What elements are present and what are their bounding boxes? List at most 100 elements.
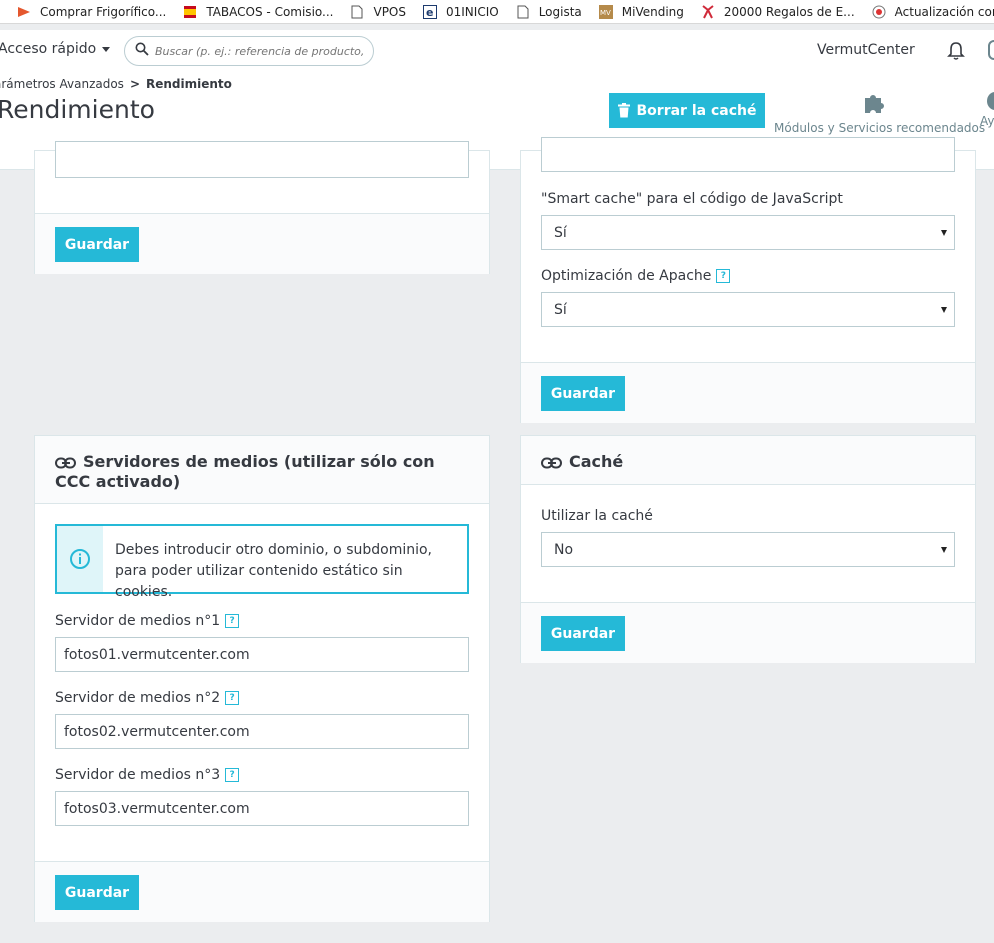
server1-label: Servidor de medios n°1? (55, 613, 240, 629)
truncated-field[interactable] (541, 137, 955, 172)
save-button[interactable]: Guardar (55, 227, 139, 262)
input-value: fotos02.vermutcenter.com (64, 723, 250, 740)
breadcrumb: arámetros Avanzados > Rendimiento (0, 77, 232, 91)
info-alert: Debes introducir otro dominio, o subdomi… (55, 524, 469, 600)
media-servers-panel: Servidores de medios (utilizar sólo con … (34, 435, 490, 922)
bookmark-item[interactable]: 20000 Regalos de E... (700, 4, 855, 20)
bookmark-label: Actualización con 1... (894, 4, 994, 19)
search-input[interactable] (155, 44, 365, 58)
bookmark-item[interactable]: MV MiVending (598, 4, 684, 20)
panel-heading: Servidores de medios (utilizar sólo con … (35, 436, 489, 504)
bookmark-label: 01INICIO (446, 4, 499, 19)
input-value: fotos03.vermutcenter.com (64, 800, 250, 817)
search-icon (135, 42, 149, 60)
alert-text: Debes introducir otro dominio, o subdomi… (115, 542, 433, 600)
breadcrumb-separator: > (129, 77, 140, 91)
truncated-field[interactable] (55, 141, 469, 178)
server2-input[interactable]: fotos02.vermutcenter.com (55, 714, 469, 749)
quick-access-dropdown[interactable]: Acceso rápido (0, 41, 111, 57)
clear-cache-button[interactable]: Borrar la caché (609, 93, 765, 128)
panel-footer: Guardar (521, 362, 975, 423)
info-icon (70, 549, 90, 569)
panel-title: Servidores de medios (utilizar sólo con … (55, 452, 455, 492)
use-cache-label: Utilizar la caché (541, 508, 653, 524)
bookmark-item[interactable]: Comprar Frigorífico... (16, 4, 166, 20)
panel-footer: Guardar (35, 861, 489, 922)
chevron-down-icon (102, 46, 111, 52)
label-text: Utilizar la caché (541, 508, 653, 524)
save-button[interactable]: Guardar (541, 376, 625, 411)
save-button[interactable]: Guardar (541, 616, 625, 651)
apache-optimization-select[interactable]: Sí (541, 292, 955, 327)
ribbon-icon (700, 4, 716, 20)
page-icon (349, 4, 365, 20)
panel-heading: Caché (521, 436, 975, 485)
use-cache-select[interactable]: No (541, 532, 955, 567)
bookmark-label: Logista (538, 4, 582, 19)
label-text: "Smart cache" para el código de JavaScri… (541, 191, 843, 207)
help-label: Ay (980, 114, 994, 128)
alert-side (57, 526, 103, 592)
help-link[interactable]: Ay (980, 92, 994, 128)
breadcrumb-current: Rendimiento (146, 77, 232, 91)
apache-optimization-label: Optimización de Apache? (541, 268, 731, 284)
bookmark-label: MiVending (621, 4, 684, 19)
panel-footer: Guardar (521, 602, 975, 663)
svg-text:MV: MV (600, 9, 611, 17)
page-icon (515, 4, 531, 20)
bookmark-label: Comprar Frigorífico... (40, 4, 167, 19)
help-icon[interactable]: ? (716, 269, 731, 283)
link-icon (541, 457, 562, 469)
shop-name-link[interactable]: VermutCenter (817, 42, 915, 58)
bookmark-label: TABACOS - Comisio... (206, 4, 334, 19)
header-bar: Acceso rápido VermutCenter (0, 30, 994, 70)
help-icon (987, 92, 994, 110)
user-icon[interactable] (988, 40, 994, 60)
trash-icon (617, 103, 630, 118)
globe-icon (871, 4, 887, 20)
save-label: Guardar (64, 884, 130, 901)
search-box[interactable] (124, 36, 374, 66)
panel-footer: Guardar (35, 213, 489, 274)
bookmark-item[interactable]: Actualización con 1... (871, 4, 994, 20)
help-icon[interactable]: ? (225, 691, 240, 705)
save-button[interactable]: Guardar (55, 875, 139, 910)
save-label: Guardar (64, 236, 130, 253)
bookmark-item[interactable]: Logista (515, 4, 582, 20)
puzzle-icon (865, 95, 884, 113)
bookmarks-bar: Comprar Frigorífico... TABACOS - Comisio… (0, 0, 994, 24)
help-icon[interactable]: ? (225, 768, 240, 782)
right-top-panel: "Smart cache" para el código de JavaScri… (520, 137, 976, 423)
svg-text:e: e (426, 6, 433, 19)
quick-access-label: Acceso rápido (0, 41, 97, 57)
label-text: Servidor de medios n°2 (55, 690, 221, 706)
mv-logo-icon: MV (598, 4, 614, 20)
bell-icon[interactable] (946, 40, 966, 66)
server2-label: Servidor de medios n°2? (55, 690, 240, 706)
bookmark-item[interactable]: TABACOS - Comisio... (182, 4, 333, 20)
label-text: Servidor de medios n°3 (55, 767, 221, 783)
label-text: Optimización de Apache (541, 268, 712, 284)
help-icon[interactable]: ? (225, 614, 240, 628)
play-flag-icon (16, 4, 32, 20)
breadcrumb-parent-link[interactable]: arámetros Avanzados (0, 77, 124, 91)
select-value: Sí (554, 224, 567, 241)
panel-title-text: Servidores de medios (utilizar sólo con … (55, 452, 435, 491)
link-icon (55, 457, 76, 469)
server3-label: Servidor de medios n°3? (55, 767, 240, 783)
select-value: Sí (554, 301, 567, 318)
label-text: Servidor de medios n°1 (55, 613, 221, 629)
modules-services-link[interactable]: Módulos y Servicios recomendados (774, 92, 985, 135)
select-arrow-icon (941, 307, 947, 313)
left-top-panel: Guardar (34, 141, 490, 274)
clear-cache-label: Borrar la caché (636, 102, 757, 119)
server1-input[interactable]: fotos01.vermutcenter.com (55, 637, 469, 672)
cache-panel: Caché Utilizar la caché No Guardar (520, 435, 976, 663)
bookmark-item[interactable]: VPOS (349, 4, 406, 20)
bookmark-item[interactable]: e 01INICIO (422, 4, 499, 20)
js-smart-cache-select[interactable]: Sí (541, 215, 955, 250)
e-logo-icon: e (422, 4, 438, 20)
server3-input[interactable]: fotos03.vermutcenter.com (55, 791, 469, 826)
select-arrow-icon (941, 230, 947, 236)
bookmark-label: VPOS (373, 4, 406, 19)
